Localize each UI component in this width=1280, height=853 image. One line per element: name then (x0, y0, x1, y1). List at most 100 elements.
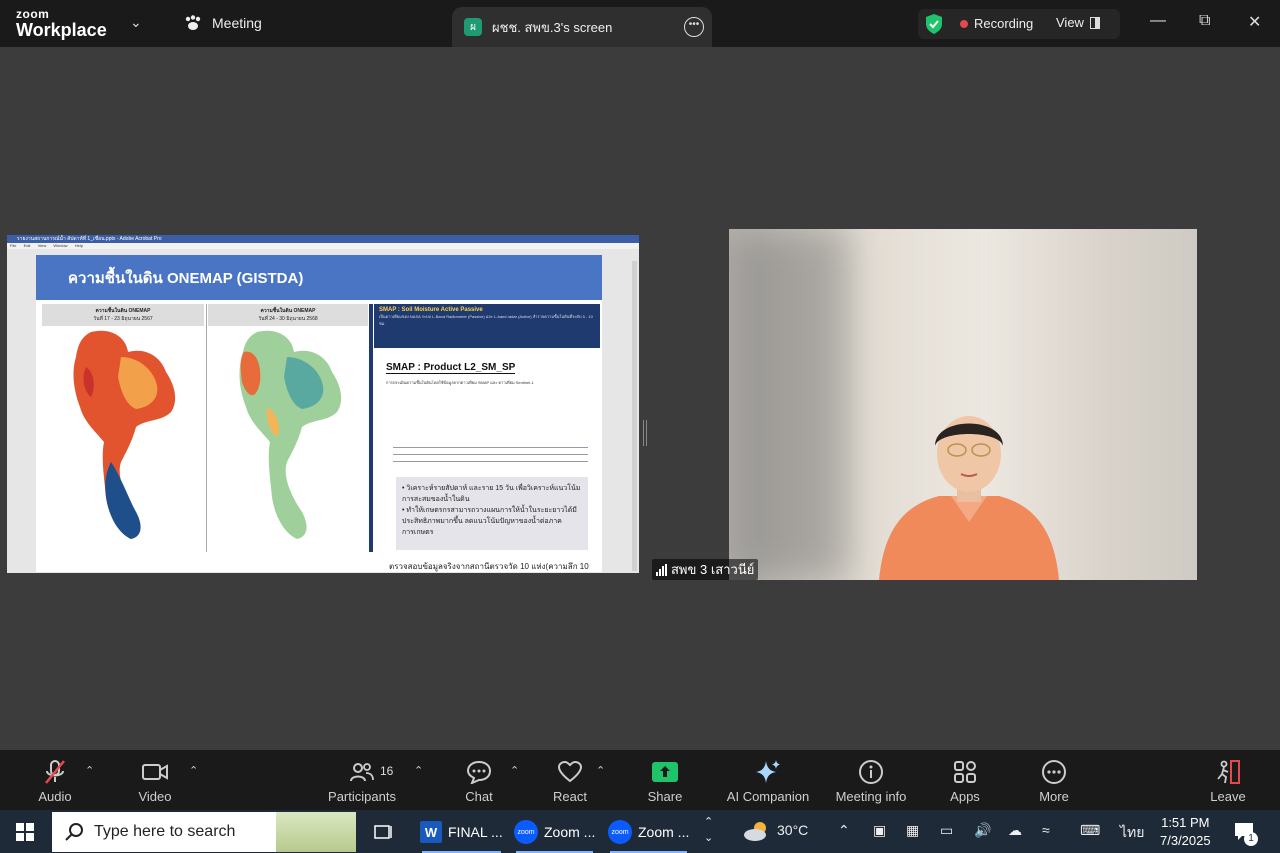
taskbar-clock[interactable]: 1:51 PM 7/3/2025 (1160, 814, 1211, 850)
table-row (393, 448, 588, 455)
onedrive-sync-icon[interactable]: ▦ (906, 822, 919, 839)
view-button[interactable]: View (1056, 15, 1084, 30)
react-options-caret-icon[interactable]: ⌃ (596, 764, 605, 777)
menu-item-help: Help (74, 243, 83, 248)
search-placeholder: Type here to search (94, 823, 236, 840)
taskbar-overflow-arrows-icon[interactable]: ⌃ ⌄ (704, 814, 713, 846)
share-label: Share (647, 789, 683, 804)
battery-icon[interactable]: ▭ (940, 822, 953, 839)
map2-date: วันที่ 24 - 30 มิถุนายน 2568 (258, 316, 318, 322)
input-language[interactable]: ไทย (1120, 822, 1144, 844)
leave-label: Leave (1210, 789, 1246, 804)
analysis-bullets: • วิเคราะห์รายสัปดาห์ และราย 15 วัน เพื่… (396, 477, 588, 550)
video-background-blur (729, 229, 849, 580)
speaker-icon[interactable]: 🔊 (974, 822, 991, 839)
acrobat-window-title: รายงานสถานการณ์น้ำ สัปดาห์ที่ 1_เขื่อน.p… (7, 235, 639, 243)
weather-temperature[interactable]: 30°C (777, 822, 808, 838)
meeting-menu-button[interactable]: Meeting (184, 15, 262, 31)
participants-button[interactable]: Participants (317, 758, 407, 804)
apps-button[interactable]: Apps (920, 758, 1010, 804)
chat-label: Chat (465, 789, 493, 804)
shared-screen: รายงานสถานการณ์น้ำ สัปดาห์ที่ 1_เขื่อน.p… (7, 235, 639, 573)
video-camera-icon (142, 764, 168, 780)
participants-icon (350, 763, 374, 782)
taskbar-app-zoom[interactable]: zoom Zoom ... (514, 814, 595, 853)
share-button[interactable]: Share (620, 758, 710, 804)
menu-item-window: Window (53, 243, 68, 248)
menu-item-view: View (37, 243, 47, 248)
heart-icon (557, 761, 583, 783)
zoom-workplace-logo: zoom Workplace (16, 8, 107, 39)
bullet-item: • ทำให้เกษตรกรสามารถวางแผนการให้น้ำในระย… (402, 507, 577, 536)
restore-icon[interactable]: ⧉ (1199, 12, 1210, 30)
video-options-caret-icon[interactable]: ⌃ (189, 764, 198, 777)
taskbar-app-word[interactable]: W FINAL ... (420, 814, 503, 853)
chat-options-caret-icon[interactable]: ⌃ (510, 764, 519, 777)
meeting-label: Meeting (212, 15, 262, 31)
map2-title: ความชื้นในดิน ONEMAP (260, 308, 316, 314)
participant-video[interactable] (729, 229, 1197, 580)
info-icon (859, 760, 883, 784)
leave-door-icon (1217, 760, 1240, 784)
participant-name: สพข 3 เสาวนีย์ (671, 562, 755, 577)
meeting-info-label: Meeting info (835, 789, 907, 804)
shield-check-icon[interactable] (924, 13, 944, 35)
zoom-icon: zoom (514, 820, 538, 844)
wifi-icon[interactable]: ≈ (1042, 822, 1050, 838)
smap-info-box: SMAP : Soil Moisture Active Passive เป็น… (374, 304, 600, 348)
cloud-offline-icon[interactable]: ☁ (1008, 822, 1022, 839)
smap-description: เป็นดาวเทียมของ NASA ระบบ L-Band Radiome… (379, 314, 593, 326)
slide-title: ความชื้นในดิน ONEMAP (GISTDA) (36, 255, 602, 300)
more-options-icon[interactable]: ••• (684, 17, 704, 37)
show-hidden-icons-icon[interactable]: ⌃ (838, 822, 850, 839)
map1-legend (42, 545, 202, 549)
audio-label: Audio (38, 789, 72, 804)
bullet-text: ทำให้เกษตรกรสามารถวางแผนการให้น้ำในระยะย… (402, 507, 577, 536)
meeting-info-button[interactable]: Meeting info (826, 758, 916, 804)
recording-label[interactable]: Recording (974, 16, 1033, 31)
meeting-controls: Audio ⌃ Video ⌃ Participants 16 ⌃ Chat ⌃… (0, 750, 1280, 810)
title-bar: zoom Workplace ⌄ Meeting ผ ผชช. สพข.3's … (0, 0, 1280, 47)
video-button[interactable]: Video (110, 758, 200, 804)
meet-now-icon[interactable]: ▣ (873, 822, 886, 839)
taskbar-search-box[interactable]: Type here to search (52, 812, 356, 852)
chevron-down-icon[interactable]: ⌄ (130, 14, 142, 31)
splitter-handle[interactable] (643, 420, 647, 446)
shared-screen-tab[interactable]: ผ ผชช. สพข.3's screen ••• (452, 7, 712, 47)
smap-product-note: การประเมินความชื้นในดินโดยใช้ข้อมูลจากดา… (386, 380, 534, 385)
minimize-icon[interactable]: — (1150, 12, 1166, 30)
map1-date: วันที่ 17 - 23 มิถุนายน 2567 (93, 316, 153, 322)
logo-small-text: zoom (16, 7, 50, 21)
react-label: React (553, 789, 587, 804)
smap-product-title: SMAP : Product L2_SM_SP (386, 362, 516, 374)
participants-options-caret-icon[interactable]: ⌃ (414, 764, 423, 777)
presentation-slide: ความชื้นในดิน ONEMAP (GISTDA) ความชื้นใน… (36, 255, 602, 572)
paw-icon (185, 15, 201, 30)
clock-time: 1:51 PM (1161, 815, 1210, 830)
video-label: Video (138, 789, 172, 804)
taskbar-app-zoom[interactable]: zoom Zoom ... (608, 814, 689, 853)
leave-button[interactable]: Leave (1183, 758, 1273, 804)
thailand-map-2 (239, 330, 342, 539)
participants-count: 16 (380, 764, 394, 778)
close-icon[interactable]: ✕ (1248, 12, 1261, 32)
task-view-icon[interactable] (374, 822, 394, 842)
word-icon: W (420, 821, 442, 843)
ai-companion-button[interactable]: AI Companion (723, 758, 813, 804)
sparkle-icon (756, 760, 780, 783)
participant-initial-icon: ผ (464, 18, 482, 36)
ai-companion-label: AI Companion (726, 789, 810, 804)
station-check-note: ตรวจสอบข้อมูลจริงจากสถานีตรวจวัด 10 แห่ง… (389, 562, 589, 571)
recording-status-group: Recording View (918, 9, 1120, 39)
scrollbar[interactable] (632, 261, 637, 571)
notification-count-badge: 1 (1244, 832, 1258, 846)
view-layout-icon[interactable] (1090, 17, 1100, 29)
chat-bubble-icon (466, 760, 492, 784)
windows-start-icon[interactable] (16, 823, 34, 841)
keyboard-icon[interactable]: ⌨ (1080, 822, 1100, 839)
apps-label: Apps (950, 789, 980, 804)
microphone-muted-icon (45, 760, 65, 784)
more-button[interactable]: More (1009, 758, 1099, 804)
more-dots-icon (1042, 760, 1066, 784)
audio-options-caret-icon[interactable]: ⌃ (85, 764, 94, 777)
